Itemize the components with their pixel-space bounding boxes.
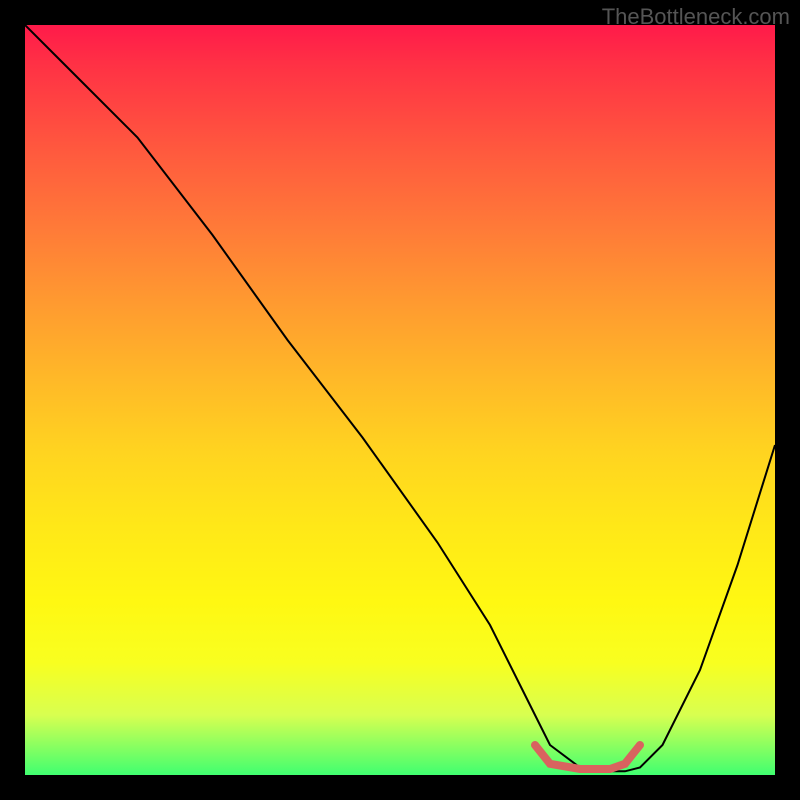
highlight-segment [535,745,640,769]
watermark-text: TheBottleneck.com [602,4,790,30]
main-curve [25,25,775,771]
plot-area [25,25,775,775]
chart-svg [25,25,775,775]
